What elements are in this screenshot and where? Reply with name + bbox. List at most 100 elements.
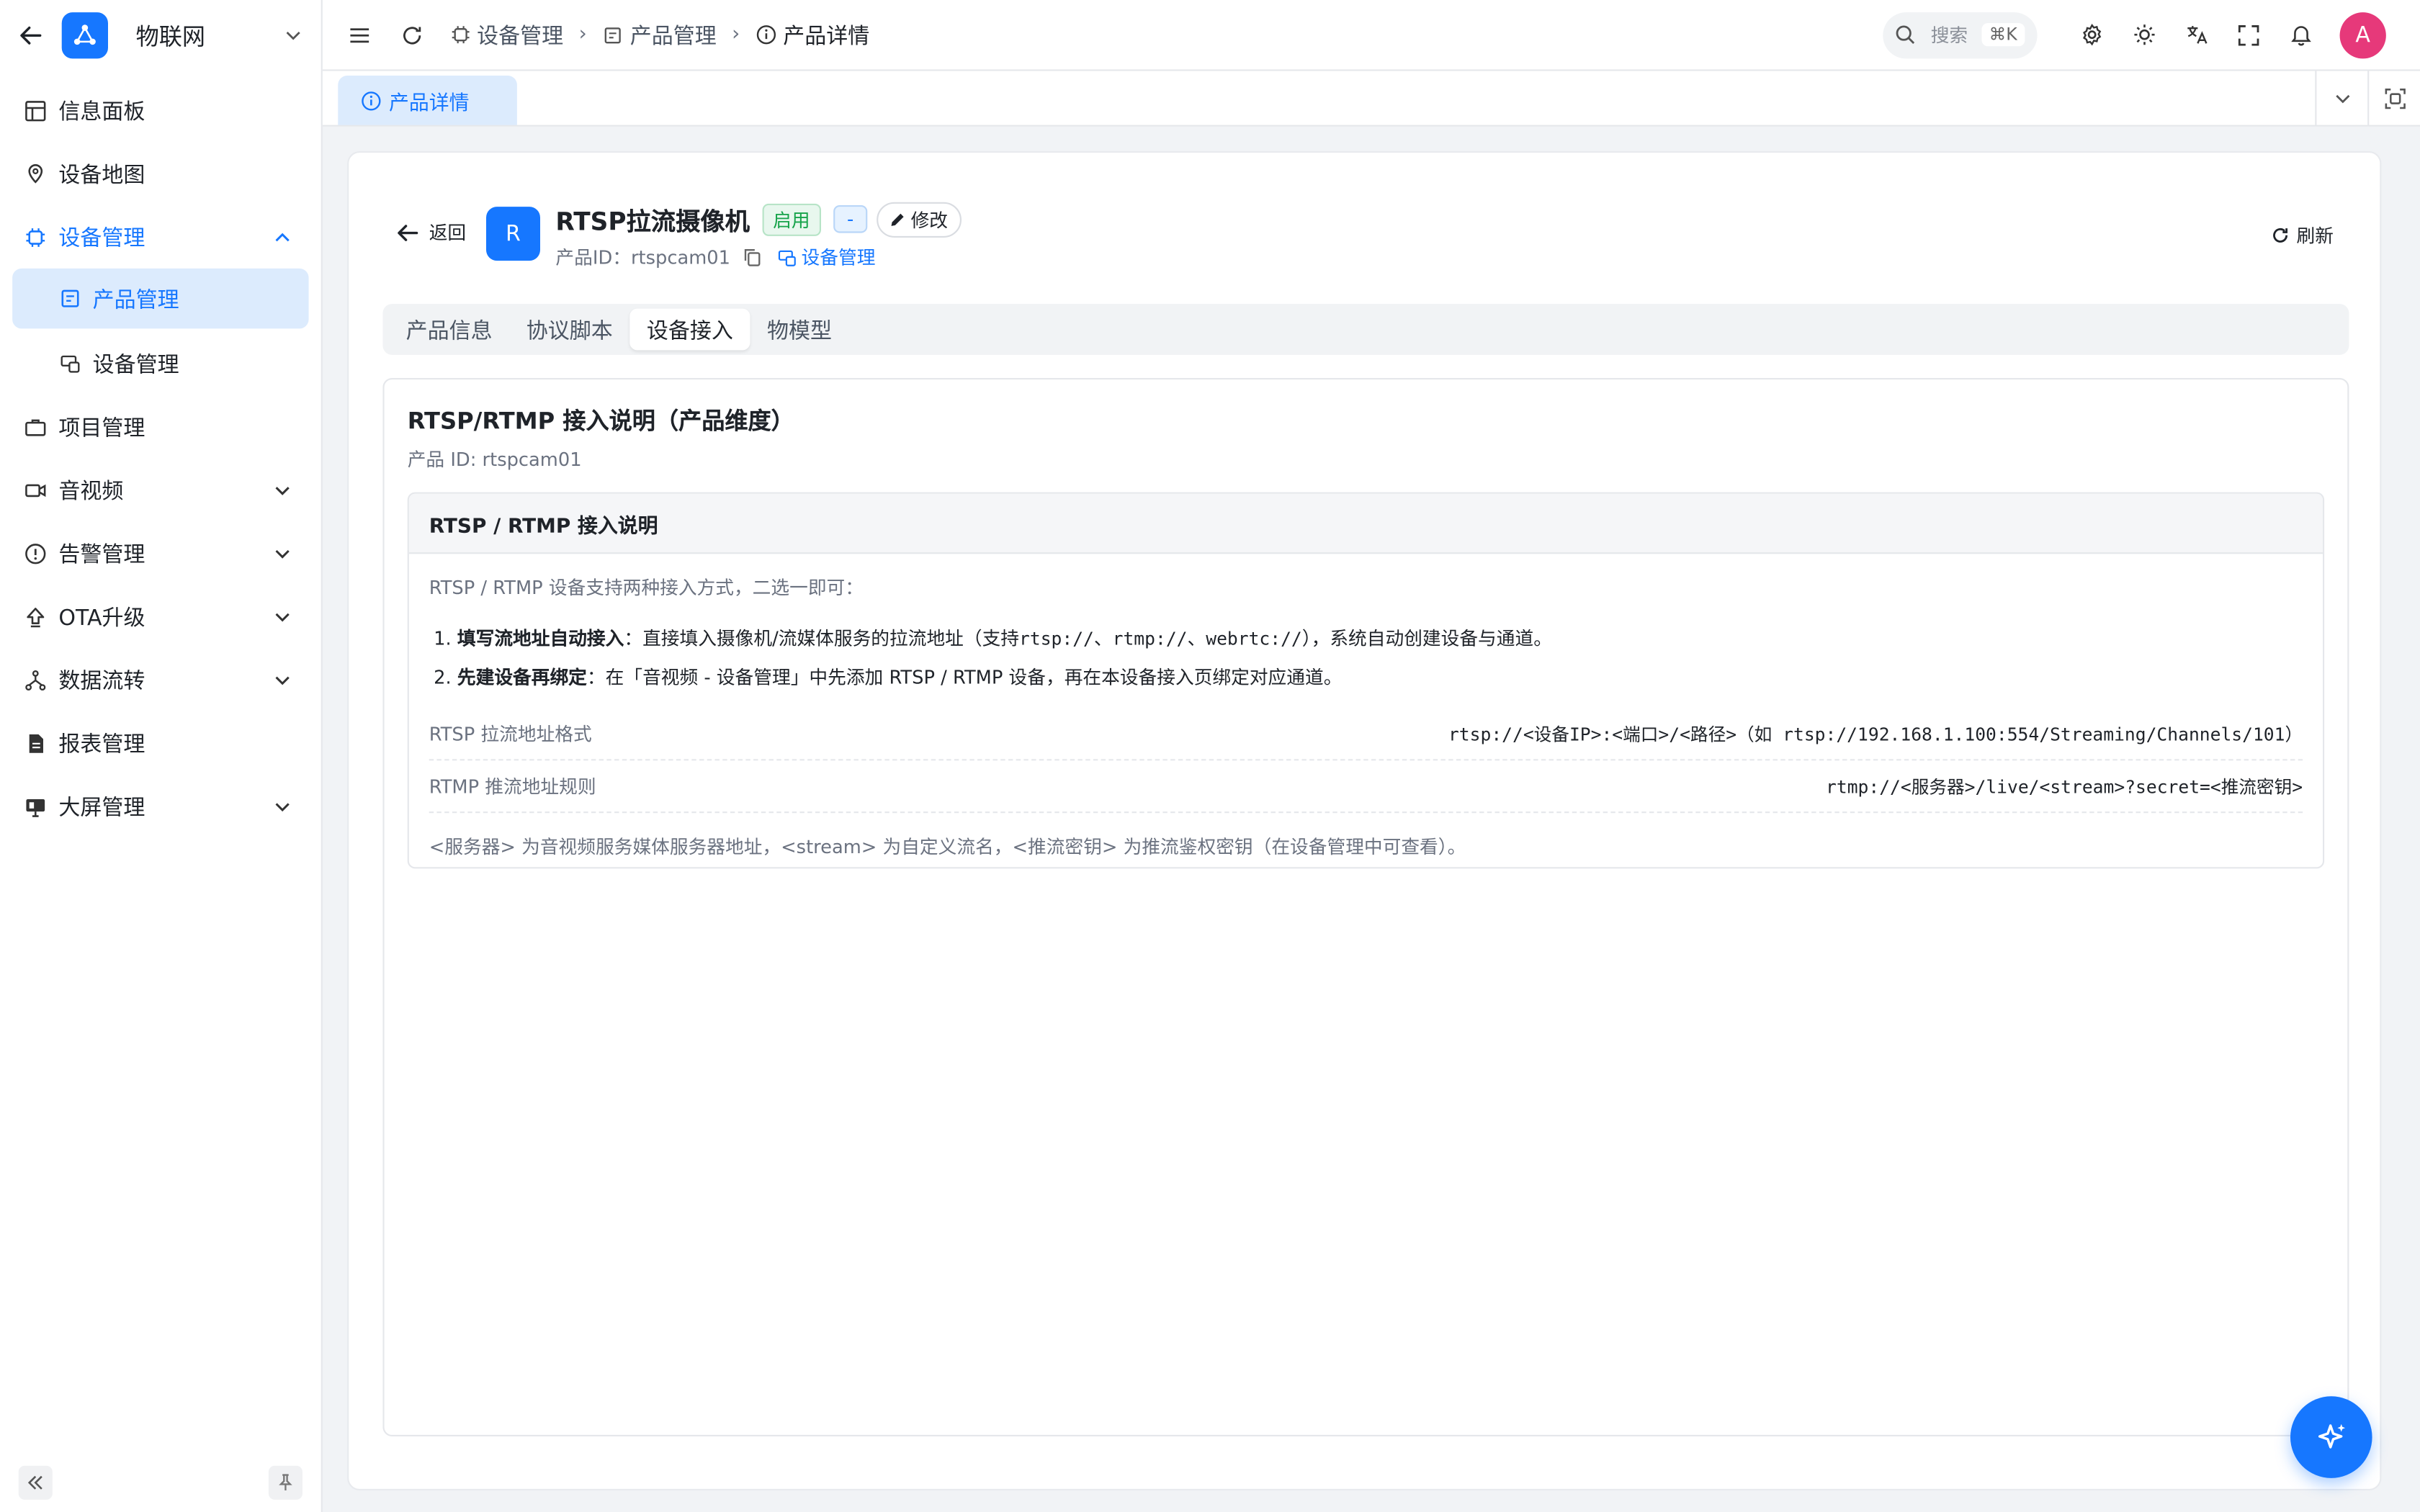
panel-subtitle: 产品 ID: rtspcam01 xyxy=(407,449,582,471)
detail-tabs: 产品信息 协议脚本 设备接入 物模型 xyxy=(382,304,2349,355)
sidebar-item-project-management[interactable]: 项目管理 xyxy=(0,395,321,459)
app-name: 物联网 xyxy=(135,22,206,50)
chevron-down-icon xyxy=(272,479,293,500)
back-button[interactable]: 返回 xyxy=(395,219,467,245)
search-placeholder: 搜索 xyxy=(1930,24,1968,47)
sidebar-subitem-product-management[interactable]: 产品管理 xyxy=(12,268,309,329)
sidebar-item-audio-video[interactable]: 音视频 xyxy=(0,458,321,521)
refresh-label: 刷新 xyxy=(2296,225,2334,247)
breadcrumb-label: 产品管理 xyxy=(629,24,717,49)
edit-button[interactable]: 修改 xyxy=(877,201,962,237)
guide-body: RTSP / RTMP 设备支持两种接入方式，二选一即可： 1. 填写流地址自动… xyxy=(409,574,2323,859)
step-text: 、 xyxy=(1187,628,1206,650)
product-meta-row: 产品ID：rtspcam01 设备管理 xyxy=(555,244,875,270)
sidebar-item-report-management[interactable]: 报表管理 xyxy=(0,711,321,775)
step-text: ：在「音视频 - 设备管理」中先添加 RTSP / RTMP 设备，再在本设备接… xyxy=(586,666,1343,688)
product-icon xyxy=(602,24,624,45)
row-value: rtsp://<设备IP>:<端口>/<路径>（如 rtsp://192.168… xyxy=(1448,722,2303,744)
device-access-panel: RTSP/RTMP 接入说明（产品维度） 产品 ID: rtspcam01 RT… xyxy=(382,378,2349,1436)
sidebar-item-device-map[interactable]: 设备地图 xyxy=(0,142,321,205)
fullscreen-icon[interactable] xyxy=(2223,12,2275,58)
sidebar-item-device-management[interactable]: 设备管理 xyxy=(0,205,321,269)
step-number: 1. xyxy=(434,627,452,649)
tab-device-access[interactable]: 设备接入 xyxy=(629,308,750,351)
briefcase-icon xyxy=(23,414,48,438)
refresh-button[interactable]: 刷新 xyxy=(2272,222,2334,248)
link-label: 设备管理 xyxy=(801,246,876,269)
tab-product-info[interactable]: 产品信息 xyxy=(389,309,509,351)
sidebar-item-data-flow[interactable]: 数据流转 xyxy=(0,648,321,711)
tab-label: 产品详情 xyxy=(389,91,470,115)
chevron-down-icon xyxy=(272,796,293,817)
step-text: 、 xyxy=(1093,628,1113,650)
device-management-link[interactable]: 设备管理 xyxy=(776,244,875,270)
product-id: 产品ID：rtspcam01 xyxy=(555,246,731,269)
breadcrumb: 设备管理 › 产品管理 › 产品详情 xyxy=(449,19,870,50)
product-avatar: R xyxy=(486,207,540,261)
product-name: RTSP拉流摄像机 xyxy=(555,207,750,236)
report-icon xyxy=(23,731,48,755)
code-rtmp: rtmp:// xyxy=(1112,627,1188,649)
search-icon xyxy=(1895,24,1915,45)
status-badge: 启用 xyxy=(762,202,821,235)
menu-toggle-icon[interactable] xyxy=(344,19,375,50)
copy-icon[interactable] xyxy=(743,248,761,266)
tab-product-detail[interactable]: 产品详情 xyxy=(338,76,517,125)
top-header: 设备管理 › 产品管理 › 产品详情 搜索 ⌘K A xyxy=(322,0,2420,71)
tabs-dropdown-chevron-icon[interactable] xyxy=(2315,71,2367,125)
collapse-sidebar-icon[interactable] xyxy=(18,1465,53,1500)
guide-note: <服务器> 为音视频服务媒体服务器地址，<stream> 为自定义流名，<推流密… xyxy=(429,836,1466,858)
guide-steps: 1. 填写流地址自动接入 ：直接填入摄像机/流媒体服务的拉流地址（支持 rtsp:… xyxy=(429,618,2303,696)
video-icon xyxy=(23,477,48,502)
notification-bell-icon[interactable] xyxy=(2275,12,2328,58)
sidebar-item-ota-upgrade[interactable]: OTA升级 xyxy=(0,585,321,648)
sidebar-subitem-device-management[interactable]: 设备管理 xyxy=(0,332,321,395)
alert-icon xyxy=(23,541,48,565)
sidebar-item-label: 设备地图 xyxy=(58,163,145,188)
product-icon xyxy=(58,288,80,310)
info-icon xyxy=(359,89,381,111)
search-input[interactable]: 搜索 ⌘K xyxy=(1883,12,2038,58)
ai-assistant-sparkle-icon[interactable] xyxy=(2290,1396,2372,1478)
theme-sun-icon[interactable] xyxy=(2118,12,2170,58)
device-icon xyxy=(776,247,797,267)
breadcrumb-product-detail: 产品详情 xyxy=(756,19,870,50)
back-label: 返回 xyxy=(429,222,467,244)
arrow-left-icon xyxy=(395,220,420,244)
tab-thing-model[interactable]: 物模型 xyxy=(750,309,848,351)
breadcrumb-label: 产品详情 xyxy=(783,24,870,49)
sidebar-item-alarm-management[interactable]: 告警管理 xyxy=(0,521,321,585)
sidebar-item-label: 项目管理 xyxy=(58,415,145,441)
upgrade-icon xyxy=(23,604,48,629)
sidebar-subitem-label: 产品管理 xyxy=(92,287,179,312)
secondary-badge: - xyxy=(833,205,868,233)
search-shortcut: ⌘K xyxy=(1981,23,2025,47)
step-text: ），系统自动创建设备与通道。 xyxy=(1301,628,1552,650)
guide-title: RTSP / RTMP 接入说明 xyxy=(408,493,2323,554)
tab-protocol-script[interactable]: 协议脚本 xyxy=(509,309,629,351)
tab-maximize-icon[interactable] xyxy=(2367,71,2420,125)
sidebar-item-big-screen[interactable]: 大屏管理 xyxy=(0,775,321,838)
sidebar-item-dashboard[interactable]: 信息面板 xyxy=(0,78,321,142)
user-avatar[interactable]: A xyxy=(2339,12,2386,58)
translate-icon[interactable] xyxy=(2170,12,2223,58)
settings-gear-icon[interactable] xyxy=(2065,12,2118,58)
table-row: RTSP 拉流地址格式 rtsp://<设备IP>:<端口>/<路径>（如 rt… xyxy=(429,708,2303,761)
breadcrumb-product-management[interactable]: 产品管理 xyxy=(602,19,717,50)
chip-icon xyxy=(23,225,48,249)
row-key: RTSP 拉流地址格式 xyxy=(429,723,592,745)
sidebar-header: 物联网 xyxy=(0,0,321,71)
app-switch-chevron-icon[interactable] xyxy=(278,20,309,51)
list-item: 1. 填写流地址自动接入 ：直接填入摄像机/流媒体服务的拉流地址（支持 rtsp:… xyxy=(434,618,2303,657)
step-title: 填写流地址自动接入 xyxy=(457,628,624,650)
sidebar-subitem-label: 设备管理 xyxy=(92,352,179,377)
back-arrow-icon[interactable] xyxy=(15,20,46,51)
table-row: RTMP 推流地址规则 rtmp://<服务器>/live/<stream>?s… xyxy=(429,760,2303,814)
breadcrumb-label: 设备管理 xyxy=(477,24,564,49)
breadcrumb-device-management[interactable]: 设备管理 xyxy=(449,19,564,50)
sidebar-item-label: 告警管理 xyxy=(58,542,145,567)
chevron-down-icon xyxy=(272,669,293,690)
tabs-controls xyxy=(2315,71,2420,125)
pin-icon[interactable] xyxy=(268,1465,302,1500)
reload-icon[interactable] xyxy=(397,19,428,50)
